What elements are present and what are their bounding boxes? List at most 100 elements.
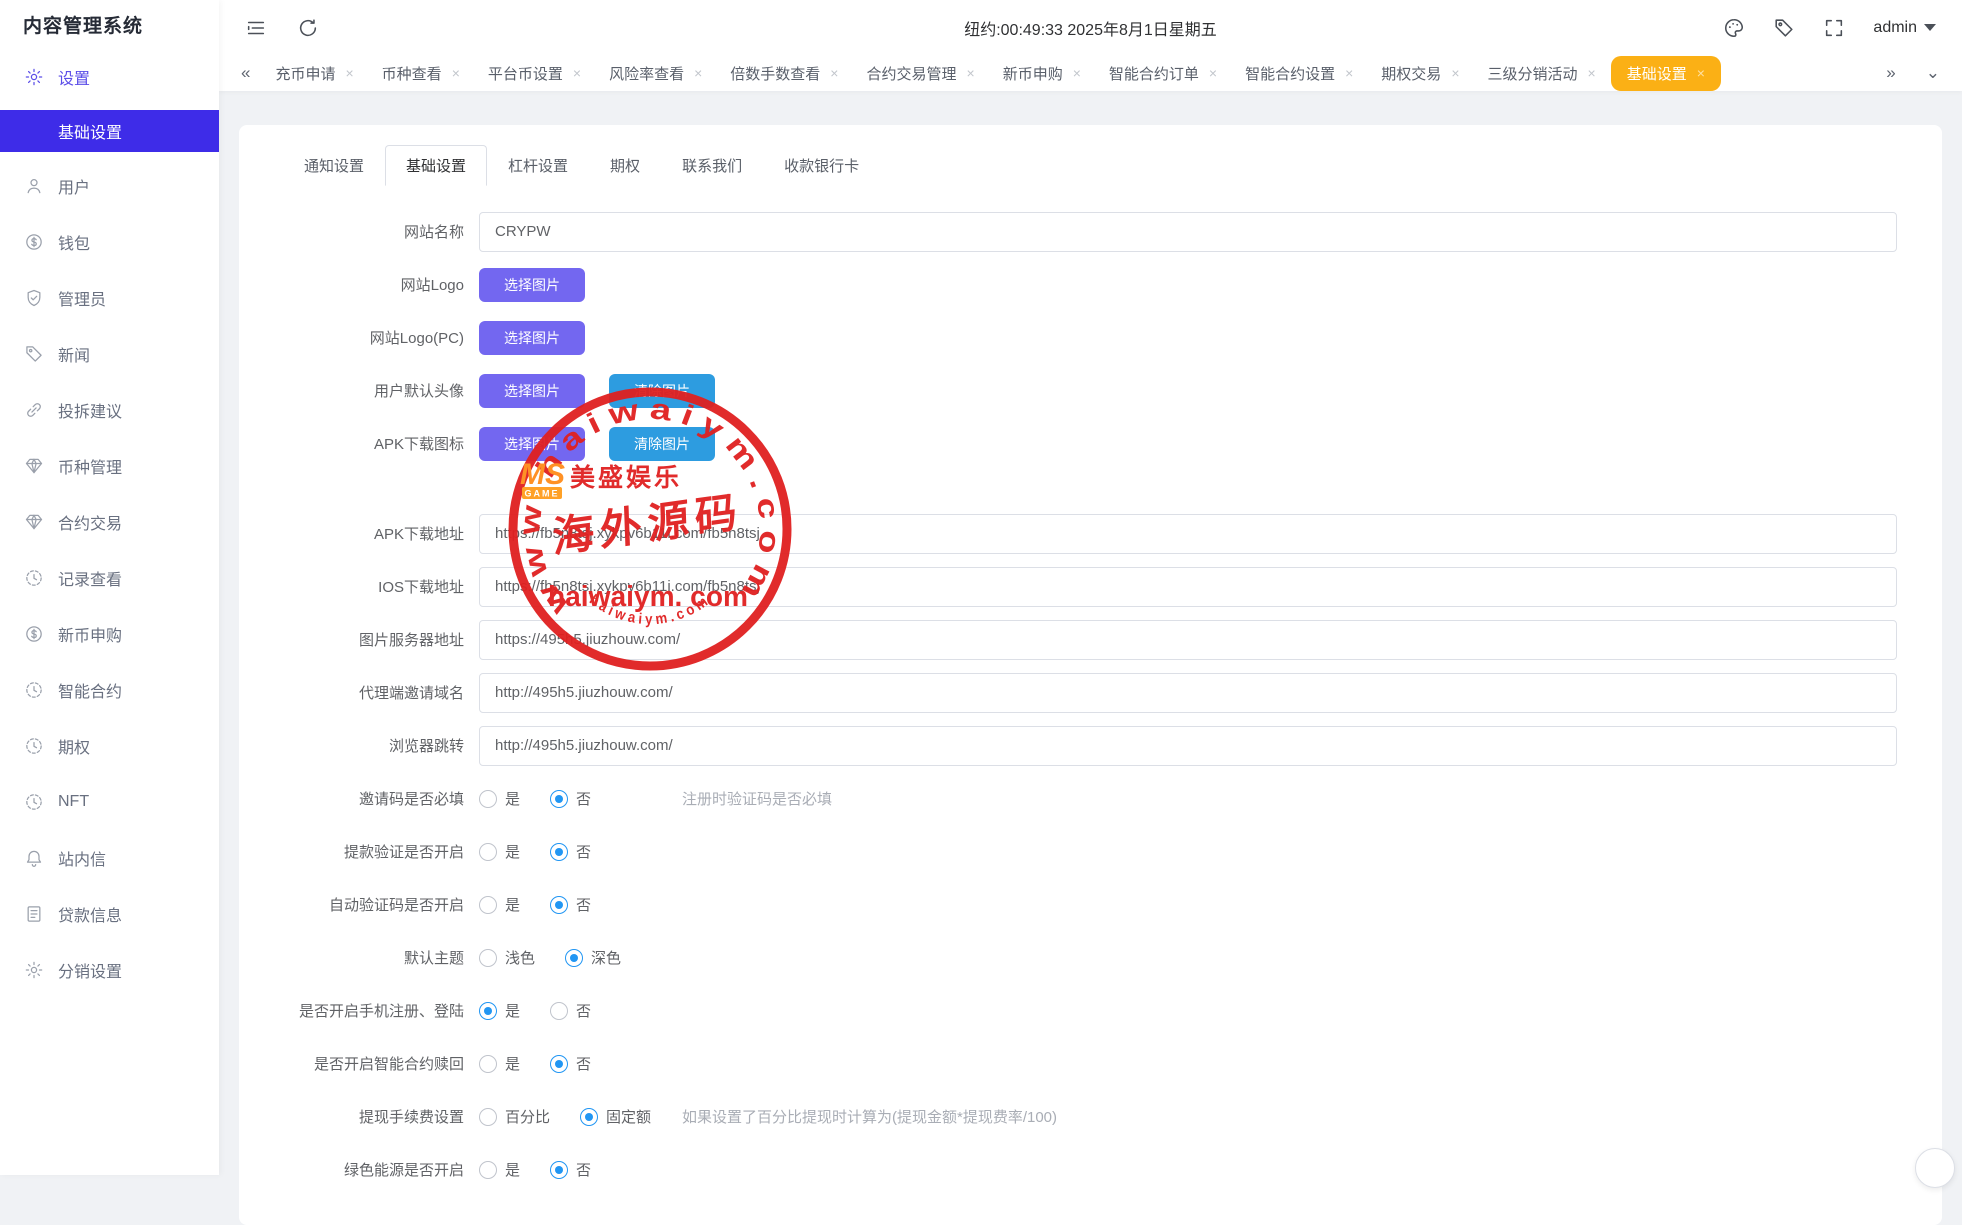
content-tab-2[interactable]: 杠杆设置 — [487, 145, 589, 186]
radio-icon[interactable] — [479, 843, 497, 861]
close-icon[interactable]: × — [1588, 66, 1596, 80]
radio-option[interactable]: 是 — [479, 1053, 520, 1074]
text-input[interactable] — [479, 567, 1897, 607]
tag-icon[interactable] — [1773, 17, 1795, 39]
tab-8[interactable]: 智能合约设置× — [1232, 57, 1366, 90]
tab-6[interactable]: 新币申购× — [990, 57, 1094, 90]
radio-option[interactable]: 是 — [479, 788, 520, 809]
radio-icon[interactable] — [550, 843, 568, 861]
radio-option[interactable]: 否 — [550, 1053, 591, 1074]
sidebar-item-5[interactable]: 新闻 — [0, 326, 219, 382]
clear-image-button[interactable]: 清除图片 — [609, 374, 715, 408]
tab-4[interactable]: 倍数手数查看× — [717, 57, 851, 90]
collapse-menu-icon[interactable] — [245, 17, 267, 39]
tab-7[interactable]: 智能合约订单× — [1096, 57, 1230, 90]
tab-5[interactable]: 合约交易管理× — [853, 57, 987, 90]
close-icon[interactable]: × — [1451, 66, 1459, 80]
sidebar-item-6[interactable]: 投拆建议 — [0, 382, 219, 438]
floating-button[interactable] — [1915, 1148, 1955, 1188]
radio-icon[interactable] — [565, 949, 583, 967]
text-input[interactable] — [479, 673, 1897, 713]
radio-option[interactable]: 深色 — [565, 947, 621, 968]
radio-icon[interactable] — [550, 1055, 568, 1073]
sidebar-item-15[interactable]: 贷款信息 — [0, 886, 219, 942]
sidebar-item-8[interactable]: 合约交易 — [0, 494, 219, 550]
tab-3[interactable]: 风险率查看× — [596, 57, 715, 90]
radio-icon[interactable] — [479, 1002, 497, 1020]
tab-11[interactable]: 基础设置× — [1611, 56, 1721, 91]
radio-icon[interactable] — [550, 896, 568, 914]
palette-icon[interactable] — [1723, 17, 1745, 39]
tab-9[interactable]: 期权交易× — [1368, 57, 1472, 90]
close-icon[interactable]: × — [1209, 66, 1217, 80]
radio-option[interactable]: 否 — [550, 841, 591, 862]
radio-option[interactable]: 固定额 — [580, 1106, 651, 1127]
radio-option[interactable]: 是 — [479, 1000, 520, 1021]
content-tab-0[interactable]: 通知设置 — [283, 145, 385, 186]
sidebar-item-2[interactable]: 用户 — [0, 158, 219, 214]
refresh-icon[interactable] — [297, 17, 319, 39]
close-icon[interactable]: × — [345, 66, 353, 80]
content-tab-1[interactable]: 基础设置 — [385, 145, 487, 186]
radio-option[interactable]: 是 — [479, 841, 520, 862]
radio-option[interactable]: 否 — [550, 894, 591, 915]
sidebar-item-12[interactable]: 期权 — [0, 718, 219, 774]
radio-icon[interactable] — [550, 1002, 568, 1020]
radio-icon[interactable] — [479, 896, 497, 914]
radio-icon[interactable] — [479, 790, 497, 808]
sidebar-item-11[interactable]: 智能合约 — [0, 662, 219, 718]
fullscreen-icon[interactable] — [1823, 17, 1845, 39]
text-input[interactable] — [479, 514, 1897, 554]
tab-10[interactable]: 三级分销活动× — [1475, 57, 1609, 90]
sidebar-item-3[interactable]: 钱包 — [0, 214, 219, 270]
choose-image-button[interactable]: 选择图片 — [479, 321, 585, 355]
chevrons-right-icon[interactable]: » — [1880, 63, 1901, 83]
radio-icon[interactable] — [479, 1055, 497, 1073]
radio-option[interactable]: 是 — [479, 1159, 520, 1180]
close-icon[interactable]: × — [1345, 66, 1353, 80]
content-tab-3[interactable]: 期权 — [589, 145, 661, 186]
radio-icon[interactable] — [550, 1161, 568, 1179]
sidebar-item-9[interactable]: 记录查看 — [0, 550, 219, 606]
choose-image-button[interactable]: 选择图片 — [479, 427, 585, 461]
sidebar-item-1[interactable]: 基础设置 — [0, 110, 219, 152]
close-icon[interactable]: × — [1073, 66, 1081, 80]
sidebar-item-0[interactable]: 设置 — [0, 49, 219, 105]
tab-1[interactable]: 币种查看× — [369, 57, 473, 90]
user-menu[interactable]: admin — [1873, 19, 1936, 37]
sidebar-item-7[interactable]: 币种管理 — [0, 438, 219, 494]
content-tab-4[interactable]: 联系我们 — [661, 145, 763, 186]
radio-icon[interactable] — [479, 1108, 497, 1126]
radio-option[interactable]: 浅色 — [479, 947, 535, 968]
tab-0[interactable]: 充币申请× — [262, 57, 366, 90]
radio-option[interactable]: 是 — [479, 894, 520, 915]
tab-2[interactable]: 平台币设置× — [475, 57, 594, 90]
sidebar-item-10[interactable]: 新币申购 — [0, 606, 219, 662]
close-icon[interactable]: × — [830, 66, 838, 80]
sidebar-item-14[interactable]: 站内信 — [0, 830, 219, 886]
chevron-down-icon[interactable]: ⌄ — [1920, 63, 1946, 83]
radio-icon[interactable] — [479, 949, 497, 967]
radio-option[interactable]: 百分比 — [479, 1106, 550, 1127]
radio-icon[interactable] — [550, 790, 568, 808]
close-icon[interactable]: × — [452, 66, 460, 80]
sidebar-item-16[interactable]: 分销设置 — [0, 942, 219, 998]
sidebar-item-4[interactable]: 管理员 — [0, 270, 219, 326]
close-icon[interactable]: × — [1697, 66, 1705, 80]
chevrons-left-icon[interactable]: « — [235, 63, 256, 83]
clear-image-button[interactable]: 清除图片 — [609, 427, 715, 461]
close-icon[interactable]: × — [694, 66, 702, 80]
radio-icon[interactable] — [580, 1108, 598, 1126]
radio-option[interactable]: 否 — [550, 1159, 591, 1180]
text-input[interactable] — [479, 726, 1897, 766]
close-icon[interactable]: × — [573, 66, 581, 80]
radio-option[interactable]: 否 — [550, 788, 591, 809]
close-icon[interactable]: × — [967, 66, 975, 80]
radio-option[interactable]: 否 — [550, 1000, 591, 1021]
choose-image-button[interactable]: 选择图片 — [479, 268, 585, 302]
content-tab-5[interactable]: 收款银行卡 — [763, 145, 880, 186]
sidebar-item-13[interactable]: NFT — [0, 774, 219, 830]
text-input[interactable] — [479, 620, 1897, 660]
radio-icon[interactable] — [479, 1161, 497, 1179]
choose-image-button[interactable]: 选择图片 — [479, 374, 585, 408]
